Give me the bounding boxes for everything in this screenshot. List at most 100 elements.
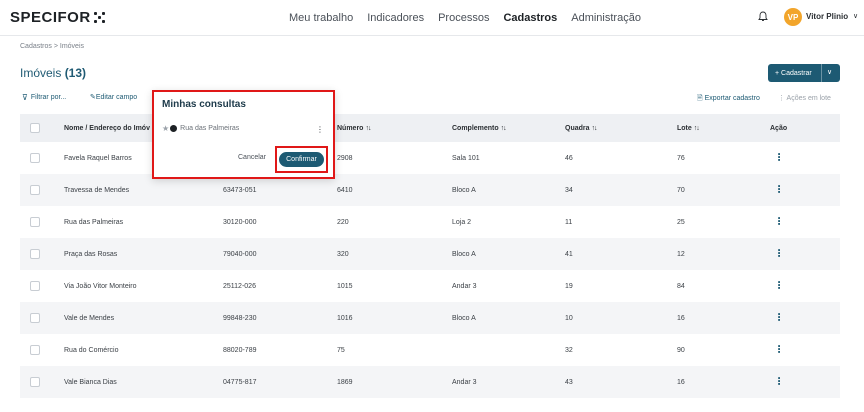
confirm-highlight: Confirmar (275, 146, 328, 173)
notification-bell-icon[interactable] (758, 11, 768, 22)
saved-query-item[interactable]: ★ Rua das Palmeiras (162, 124, 239, 133)
record-count: (13) (64, 66, 87, 80)
table-row[interactable]: Travessa de Mendes 63473-051 6410 Bloco A 34… (20, 174, 840, 206)
logo-text: SPECIFOR (10, 9, 91, 26)
table-cell: Vale Bianca Dias (64, 378, 117, 386)
table-cell: 43 (565, 378, 573, 386)
batch-actions-button: ⋮ Ações em lote (778, 95, 831, 102)
row-checkbox[interactable] (30, 249, 40, 259)
table-cell: 1869 (337, 378, 353, 386)
column-number[interactable]: Número ↑↓ (337, 114, 371, 142)
column-name[interactable]: Nome / Endereço do Imóv (64, 114, 150, 142)
user-name[interactable]: Vitor Plinio (806, 12, 848, 21)
table-cell: Bloco A (452, 186, 476, 194)
export-button[interactable]: 🗎 Exportar cadastro (697, 94, 760, 105)
table-cell: Loja 2 (452, 218, 472, 226)
select-all-checkbox[interactable] (30, 123, 40, 133)
table-cell: Vale de Mendes (64, 314, 115, 322)
sort-icon: ↑↓ (693, 124, 700, 132)
nav-administracao[interactable]: Administração (571, 12, 641, 24)
table-row[interactable]: Vale de Mendes 99848-230 1016 Bloco A 10 16 ⋮ (20, 302, 840, 334)
cadastrar-button[interactable]: + Cadastrar ∨ (768, 64, 840, 82)
row-actions-icon[interactable]: ⋮ (774, 249, 784, 260)
popover-title: Minhas consultas (162, 99, 246, 110)
table-row[interactable]: Favela Raquel Barros 2908 Sala 101 46 76 ⋮ (20, 142, 840, 174)
table-cell: 41 (565, 250, 573, 258)
table-cell: 1015 (337, 282, 353, 290)
row-actions-icon[interactable]: ⋮ (774, 313, 784, 324)
table-cell: 46 (565, 154, 573, 162)
table-cell: 75 (337, 346, 345, 354)
row-checkbox[interactable] (30, 377, 40, 387)
table-cell: Andar 3 (452, 282, 477, 290)
sort-icon: ↑↓ (500, 124, 507, 132)
row-actions-icon[interactable]: ⋮ (774, 377, 784, 388)
table-cell: Rua das Palmeiras (64, 218, 124, 226)
chevron-down-icon[interactable]: ∨ (853, 12, 858, 20)
saved-queries-popover: Minhas consultas ★ Rua das Palmeiras ⋮ C… (152, 90, 335, 179)
row-checkbox[interactable] (30, 217, 40, 227)
table-header: Nome / Endereço do Imóv Número ↑↓ Complem… (20, 114, 840, 142)
row-checkbox[interactable] (30, 281, 40, 291)
table-cell: Rua do Comércio (64, 346, 119, 354)
table-cell: 16 (677, 378, 685, 386)
table-row[interactable]: Rua do Comércio 88020-789 75 32 90 ⋮ (20, 334, 840, 366)
row-actions-icon[interactable]: ⋮ (774, 153, 784, 164)
row-actions-icon[interactable]: ⋮ (774, 281, 784, 292)
table-row[interactable]: Vale Bianca Dias 04775-817 1869 Andar 3 43 16… (20, 366, 840, 398)
table-cell: 90 (677, 346, 685, 354)
table-cell: 1016 (337, 314, 353, 322)
row-checkbox[interactable] (30, 313, 40, 323)
sort-icon: ↑↓ (591, 124, 598, 132)
nav-meu-trabalho[interactable]: Meu trabalho (289, 12, 353, 24)
row-checkbox[interactable] (30, 153, 40, 163)
table-cell: 04775-817 (223, 378, 257, 386)
table-cell: 10 (565, 314, 573, 322)
nav-indicadores[interactable]: Indicadores (367, 12, 424, 24)
table-row[interactable]: Praça das Rosas 79040-000 320 Bloco A 41 12 ⋮ (20, 238, 840, 270)
app-logo[interactable]: SPECIFOR (10, 9, 105, 26)
more-options-icon[interactable]: ⋮ (316, 125, 324, 134)
top-navigation-bar: SPECIFOR Meu trabalho Indicadores Proces… (0, 0, 864, 36)
document-icon: 🗎 (697, 95, 703, 102)
table-cell: Andar 3 (452, 378, 477, 386)
table-cell: 99848-230 (223, 314, 257, 322)
table-cell: 79040-000 (223, 250, 257, 258)
table-cell: Sala 101 (452, 154, 480, 162)
table-cell: 25112-026 (223, 282, 256, 290)
table-row[interactable]: Rua das Palmeiras 30120-000 220 Loja 2 11 25 ⋮ (20, 206, 840, 238)
breadcrumb: Cadastros > Imóveis (20, 43, 84, 50)
table-cell: 25 (677, 218, 685, 226)
filter-icon: ⊽ (22, 93, 28, 102)
edit-field-button[interactable]: ✎ Editar campo (90, 93, 137, 102)
column-lot[interactable]: Lote ↑↓ (677, 114, 700, 142)
table-cell: 32 (565, 346, 573, 354)
main-nav: Meu trabalho Indicadores Processos Cadas… (289, 0, 655, 36)
star-icon[interactable]: ★ (162, 124, 169, 133)
row-actions-icon[interactable]: ⋮ (774, 345, 784, 356)
filter-button[interactable]: ⊽ Filtrar por... (22, 93, 66, 102)
table-body: Favela Raquel Barros 2908 Sala 101 46 76 ⋮ Tra… (20, 142, 840, 398)
column-block[interactable]: Quadra ↑↓ (565, 114, 598, 142)
radio-selected-icon[interactable] (170, 125, 178, 132)
table-cell: 88020-789 (223, 346, 257, 354)
row-checkbox[interactable] (30, 345, 40, 355)
chevron-down-icon[interactable]: ∨ (827, 68, 832, 76)
page-title: Imóveis (13) (20, 66, 87, 80)
table-cell: 2908 (337, 154, 353, 162)
row-actions-icon[interactable]: ⋮ (774, 185, 784, 196)
table-cell: 19 (565, 282, 573, 290)
nav-processos[interactable]: Processos (438, 12, 489, 24)
column-complement[interactable]: Complemento ↑↓ (452, 114, 507, 142)
row-actions-icon[interactable]: ⋮ (774, 217, 784, 228)
table-cell: Praça das Rosas (64, 250, 118, 258)
user-avatar[interactable]: VP (784, 8, 802, 26)
table-cell: 34 (565, 186, 573, 194)
cancel-button[interactable]: Cancelar (238, 154, 266, 161)
table-cell: Via João Vitor Monteiro (64, 282, 137, 290)
table-row[interactable]: Via João Vitor Monteiro 25112-026 1015 Anda… (20, 270, 840, 302)
row-checkbox[interactable] (30, 185, 40, 195)
nav-cadastros[interactable]: Cadastros (503, 12, 557, 24)
confirm-button[interactable]: Confirmar (279, 152, 324, 167)
table-cell: 12 (677, 250, 685, 258)
